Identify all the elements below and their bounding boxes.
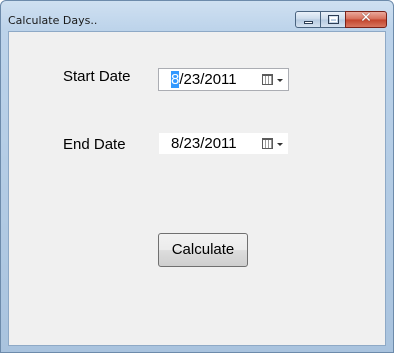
title-bar[interactable]: Calculate Days.. ✕ xyxy=(1,1,393,31)
calendar-icon xyxy=(262,138,273,149)
start-date-remainder: /23/2011 xyxy=(179,71,237,88)
close-icon: ✕ xyxy=(360,10,372,26)
close-button[interactable]: ✕ xyxy=(345,10,387,28)
minimize-icon xyxy=(304,21,313,24)
maximize-button[interactable] xyxy=(320,11,346,28)
app-window: Calculate Days.. ✕ Start Date 8/23/2011 … xyxy=(0,0,394,353)
start-date-value: 8/23/2011 xyxy=(171,71,237,88)
calculate-button[interactable]: Calculate xyxy=(158,233,248,267)
chevron-down-icon xyxy=(277,79,283,82)
minimize-button[interactable] xyxy=(295,11,321,28)
window-title: Calculate Days.. xyxy=(8,14,98,27)
start-date-picker[interactable]: 8/23/2011 xyxy=(158,68,289,91)
caption-buttons: ✕ xyxy=(295,10,387,29)
end-date-label: End Date xyxy=(63,136,126,153)
chevron-down-icon xyxy=(277,143,283,146)
maximize-icon xyxy=(328,15,339,24)
end-date-value: 8/23/2011 xyxy=(171,135,237,152)
calendar-icon xyxy=(262,74,273,85)
form-client-area: Start Date 8/23/2011 End Date 8/23/2011 … xyxy=(8,31,386,346)
start-date-label: Start Date xyxy=(63,68,131,85)
end-date-picker[interactable]: 8/23/2011 xyxy=(158,132,289,155)
